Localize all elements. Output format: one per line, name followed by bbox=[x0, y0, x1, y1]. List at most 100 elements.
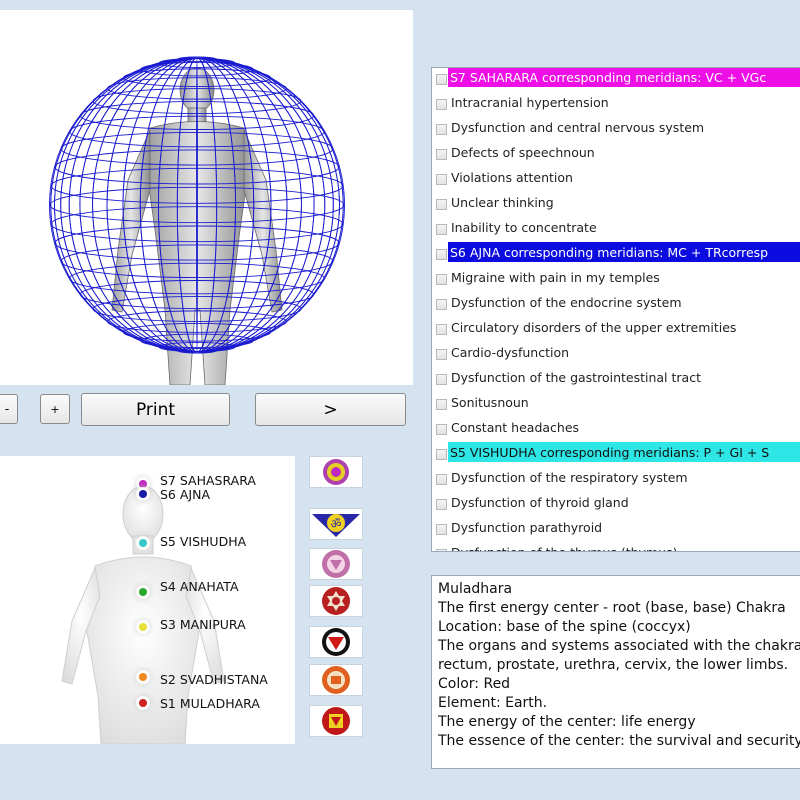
chakra-label-s1[interactable]: S1 MULADHARA bbox=[160, 696, 260, 711]
chakra-dot-s7[interactable] bbox=[139, 480, 147, 488]
chakra-body-map: S7 SAHASRARA S6 AJNA S5 VISHUDHA S4 ANAH… bbox=[0, 456, 295, 744]
symptom-label: Inability to concentrate bbox=[451, 220, 597, 235]
chakra-label-s4[interactable]: S4 ANAHATA bbox=[160, 579, 239, 594]
symptom-checkbox[interactable] bbox=[436, 449, 447, 460]
symptom-label: Constant headaches bbox=[451, 420, 580, 435]
chakra-dot-s3[interactable] bbox=[139, 623, 147, 631]
symptom-label: Intracranial hypertension bbox=[451, 95, 609, 110]
chakra-dot-s5[interactable] bbox=[139, 539, 147, 547]
chakra-header-label: S5 VISHUDHA corresponding meridians: P +… bbox=[448, 442, 800, 462]
symptom-row[interactable]: Intracranial hypertension bbox=[432, 91, 800, 116]
chakra-header-row[interactable]: S6 AJNA corresponding meridians: MC + TR… bbox=[432, 241, 800, 266]
zoom-out-button[interactable]: - bbox=[0, 394, 18, 424]
description-line: Location: base of the spine (coccyx) bbox=[438, 619, 691, 635]
symptom-label: Sonitusnoun bbox=[451, 395, 529, 410]
vishudha-symbol-icon[interactable] bbox=[309, 548, 363, 580]
symptom-checkbox[interactable] bbox=[436, 224, 447, 235]
sahasrara-symbol-icon[interactable] bbox=[309, 456, 363, 488]
symptom-row[interactable]: Sonitusnoun bbox=[432, 391, 800, 416]
chakra-dot-s2[interactable] bbox=[139, 673, 147, 681]
symptom-checkbox[interactable] bbox=[436, 349, 447, 360]
symptom-checkbox[interactable] bbox=[436, 474, 447, 485]
ajna-symbol-icon[interactable]: ॐ bbox=[309, 508, 363, 540]
symptom-label: Cardio-dysfunction bbox=[451, 345, 570, 360]
symptom-checkbox[interactable] bbox=[436, 399, 447, 410]
symptom-checkbox[interactable] bbox=[436, 424, 447, 435]
chakra-header-row[interactable]: S5 VISHUDHA corresponding meridians: P +… bbox=[432, 441, 800, 466]
symptom-label: Dysfunction of thyroid gland bbox=[451, 495, 629, 510]
description-title: Muladhara bbox=[438, 581, 513, 597]
chakra-label-s5[interactable]: S5 VISHUDHA bbox=[160, 534, 246, 549]
zoom-in-button[interactable]: + bbox=[40, 394, 70, 424]
symptom-label: Dysfunction of the gastrointestinal trac… bbox=[451, 370, 701, 385]
next-button[interactable]: > bbox=[255, 393, 406, 426]
description-line: The essence of the center: the survival … bbox=[438, 733, 800, 749]
symptom-label: Circulatory disorders of the upper extre… bbox=[451, 320, 737, 335]
symptom-label: Dysfunction of the respiratory system bbox=[451, 470, 688, 485]
symptom-row[interactable]: Dysfunction and central nervous system bbox=[432, 116, 800, 141]
symptom-checkbox[interactable] bbox=[436, 299, 447, 310]
symptom-checkbox[interactable] bbox=[436, 274, 447, 285]
symptom-row[interactable]: Defects of speechnoun bbox=[432, 141, 800, 166]
symptom-label: Dysfunction parathyroid bbox=[451, 520, 603, 535]
energy-sphere-figure bbox=[49, 56, 345, 385]
chakra-label-s6[interactable]: S6 AJNA bbox=[160, 487, 210, 502]
print-button[interactable]: Print bbox=[81, 393, 230, 426]
symptom-label: Dysfunction and central nervous system bbox=[451, 120, 705, 135]
description-line: The energy of the center: life energy bbox=[438, 714, 696, 730]
manipura-symbol-icon[interactable] bbox=[309, 626, 363, 658]
symptom-checkbox[interactable] bbox=[436, 549, 447, 551]
chakra-header-label: S6 AJNA corresponding meridians: MC + TR… bbox=[448, 242, 800, 262]
chakra-header-row[interactable]: S7 SAHARARA corresponding meridians: VC … bbox=[432, 68, 800, 91]
symptom-row[interactable]: Dysfunction of the gastrointestinal trac… bbox=[432, 366, 800, 391]
symptom-row[interactable]: Dysfunction of the endocrine system bbox=[432, 291, 800, 316]
symptom-checkbox[interactable] bbox=[436, 524, 447, 535]
description-line: The organs and systems associated with t… bbox=[438, 638, 800, 654]
description-line: rectum, prostate, urethra, cervix, the l… bbox=[438, 657, 789, 673]
symptom-checkbox[interactable] bbox=[436, 124, 447, 135]
description-line: Color: Red bbox=[438, 676, 511, 692]
symptom-checkbox[interactable] bbox=[436, 149, 447, 160]
symptom-row[interactable]: Violations attention bbox=[432, 166, 800, 191]
symptom-label: Dysfunction of the endocrine system bbox=[451, 295, 682, 310]
symptom-row[interactable]: Migraine with pain in my temples bbox=[432, 266, 800, 291]
symptom-checkbox[interactable] bbox=[436, 199, 447, 210]
svadhistana-symbol-icon[interactable] bbox=[309, 664, 363, 696]
chakra-label-s3[interactable]: S3 MANIPURA bbox=[160, 617, 246, 632]
energy-sphere-wireframe bbox=[49, 56, 345, 354]
chakra-label-s2[interactable]: S2 SVADHISTANA bbox=[160, 672, 268, 687]
symptom-label: Defects of speechnoun bbox=[451, 145, 595, 160]
symptom-row[interactable]: Dysfunction of thyroid gland bbox=[432, 491, 800, 516]
chakra-dot-s4[interactable] bbox=[139, 588, 147, 596]
chakra-dot-s1[interactable] bbox=[139, 699, 147, 707]
description-line: Element: Earth. bbox=[438, 695, 548, 711]
symptom-row[interactable]: Unclear thinking bbox=[432, 191, 800, 216]
symptom-row[interactable]: Constant headaches bbox=[432, 416, 800, 441]
chakra-header-label: S7 SAHARARA corresponding meridians: VC … bbox=[448, 68, 800, 87]
symptom-checkbox[interactable] bbox=[436, 499, 447, 510]
body-3d-viewport[interactable] bbox=[0, 10, 413, 385]
symptom-checkbox[interactable] bbox=[436, 174, 447, 185]
symptom-row[interactable]: Dysfunction of the respiratory system bbox=[432, 466, 800, 491]
symptom-label: Migraine with pain in my temples bbox=[451, 270, 660, 285]
symptom-checkbox[interactable] bbox=[436, 99, 447, 110]
symptom-checkbox[interactable] bbox=[436, 249, 447, 260]
symptom-row[interactable]: Cardio-dysfunction bbox=[432, 341, 800, 366]
muladhara-symbol-icon[interactable] bbox=[309, 705, 363, 737]
description-line: The first energy center - root (base, ba… bbox=[438, 600, 786, 616]
chakra-label-s7[interactable]: S7 SAHASRARA bbox=[160, 473, 256, 488]
anahata-symbol-icon[interactable] bbox=[309, 585, 363, 617]
symptom-checklist[interactable]: S7 SAHARARA corresponding meridians: VC … bbox=[431, 67, 800, 552]
symptom-checkbox[interactable] bbox=[436, 374, 447, 385]
symptom-label: Violations attention bbox=[451, 170, 573, 185]
symptom-checkbox[interactable] bbox=[436, 324, 447, 335]
symptom-checkbox[interactable] bbox=[436, 74, 447, 85]
symptom-label: Unclear thinking bbox=[451, 195, 554, 210]
symptom-row[interactable]: Inability to concentrate bbox=[432, 216, 800, 241]
symptom-label: Dysfunction of the thymus (thymus) bbox=[451, 545, 677, 551]
svg-text:ॐ: ॐ bbox=[331, 517, 342, 531]
chakra-dot-s6[interactable] bbox=[139, 490, 147, 498]
symptom-row[interactable]: Dysfunction of the thymus (thymus) bbox=[432, 541, 800, 551]
symptom-row[interactable]: Dysfunction parathyroid bbox=[432, 516, 800, 541]
symptom-row[interactable]: Circulatory disorders of the upper extre… bbox=[432, 316, 800, 341]
